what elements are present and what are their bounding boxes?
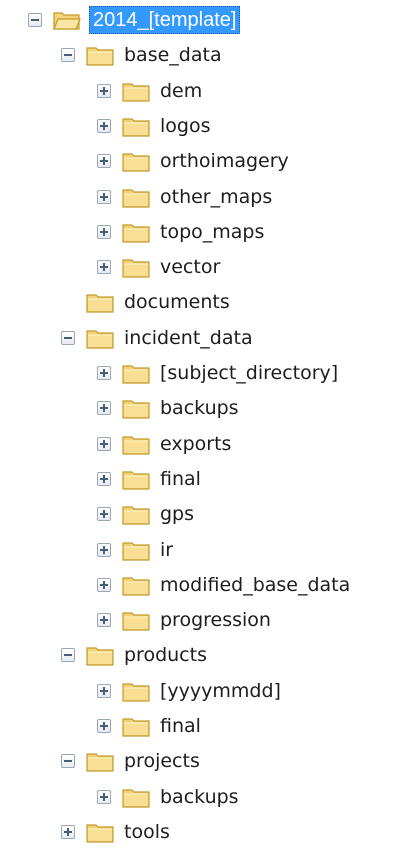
folder-icon bbox=[86, 750, 122, 772]
folder-label[interactable]: dem bbox=[158, 78, 204, 104]
folder-icon bbox=[122, 221, 158, 243]
collapse-toggle-icon[interactable] bbox=[61, 754, 75, 769]
folder-icon bbox=[122, 433, 158, 455]
folder-label[interactable]: backups bbox=[158, 395, 241, 421]
collapse-toggle-icon[interactable] bbox=[61, 330, 75, 345]
tree-row[interactable]: ir bbox=[97, 532, 175, 568]
folder-icon bbox=[122, 609, 158, 631]
tree-row[interactable]: incident_data bbox=[61, 320, 255, 356]
folder-label[interactable]: modified_base_data bbox=[158, 572, 352, 598]
tree-row[interactable]: modified_base_data bbox=[97, 567, 352, 603]
tree-row[interactable]: logos bbox=[97, 108, 213, 144]
folder-icon bbox=[122, 397, 158, 419]
tree-row[interactable]: orthoimagery bbox=[97, 143, 291, 179]
tree-row[interactable]: vector bbox=[97, 249, 222, 285]
folder-label[interactable]: topo_maps bbox=[158, 219, 266, 245]
tree-row[interactable]: dem bbox=[97, 73, 204, 109]
folder-label[interactable]: backups bbox=[158, 784, 241, 810]
tree-row[interactable]: tools bbox=[61, 814, 172, 850]
folder-label[interactable]: gps bbox=[158, 501, 196, 527]
folder-label[interactable]: [yyyymmdd] bbox=[158, 678, 283, 704]
folder-label[interactable]: final bbox=[158, 466, 203, 492]
tree-row[interactable]: products bbox=[61, 637, 209, 673]
selected-folder-label[interactable]: 2014_[template] bbox=[89, 6, 241, 34]
folder-tree: 2014_[template] base_datadem logos orthoima… bbox=[0, 0, 404, 856]
collapse-toggle-icon[interactable] bbox=[61, 648, 75, 663]
folder-label[interactable]: documents bbox=[122, 289, 232, 315]
expand-toggle-icon[interactable] bbox=[97, 542, 111, 557]
folder-icon bbox=[122, 80, 158, 102]
open-folder-icon bbox=[53, 9, 89, 31]
tree-row[interactable]: exports bbox=[97, 426, 233, 462]
folder-icon bbox=[122, 150, 158, 172]
folder-label[interactable]: projects bbox=[122, 748, 202, 774]
folder-label[interactable]: products bbox=[122, 642, 209, 668]
tree-row[interactable]: [subject_directory] bbox=[97, 355, 340, 391]
folder-label[interactable]: base_data bbox=[122, 42, 224, 68]
folder-icon bbox=[86, 44, 122, 66]
tree-row[interactable]: base_data bbox=[61, 37, 224, 73]
folder-label[interactable]: exports bbox=[158, 431, 233, 457]
expand-toggle-icon[interactable] bbox=[97, 613, 111, 628]
folder-label[interactable]: vector bbox=[158, 254, 222, 280]
expand-toggle-icon[interactable] bbox=[97, 224, 111, 239]
tree-row[interactable]: projects bbox=[61, 743, 202, 779]
expand-toggle-icon[interactable] bbox=[97, 401, 111, 416]
expand-toggle-icon[interactable] bbox=[97, 154, 111, 169]
folder-icon bbox=[86, 644, 122, 666]
tree-row[interactable]: backups bbox=[97, 390, 241, 426]
expand-toggle-icon[interactable] bbox=[97, 719, 111, 733]
tree-row[interactable]: other_maps bbox=[97, 179, 274, 215]
collapse-toggle-icon[interactable] bbox=[28, 13, 42, 27]
folder-label[interactable]: other_maps bbox=[158, 184, 274, 210]
expand-toggle-icon[interactable] bbox=[97, 683, 111, 698]
folder-icon bbox=[122, 256, 158, 278]
expand-toggle-icon[interactable] bbox=[97, 189, 111, 204]
folder-label[interactable]: orthoimagery bbox=[158, 148, 291, 174]
tree-row[interactable]: final bbox=[97, 708, 203, 744]
tree-row[interactable]: topo_maps bbox=[97, 214, 266, 250]
folder-label[interactable]: progression bbox=[158, 607, 273, 633]
expand-toggle-icon[interactable] bbox=[97, 118, 111, 133]
expand-toggle-icon[interactable] bbox=[97, 789, 111, 804]
tree-row[interactable]: final bbox=[97, 461, 203, 497]
folder-icon bbox=[122, 115, 158, 137]
folder-icon bbox=[122, 468, 158, 490]
tree-row[interactable]: backups bbox=[97, 779, 241, 815]
tree-row[interactable]: gps bbox=[97, 496, 196, 532]
expand-toggle-icon[interactable] bbox=[97, 366, 111, 380]
folder-icon bbox=[86, 821, 122, 843]
folder-label[interactable]: incident_data bbox=[122, 325, 255, 351]
folder-label[interactable]: [subject_directory] bbox=[158, 360, 340, 386]
expand-toggle-icon[interactable] bbox=[97, 260, 111, 275]
tree-row[interactable]: documents bbox=[61, 284, 232, 320]
folder-icon bbox=[86, 327, 122, 349]
folder-icon bbox=[122, 503, 158, 525]
expand-toggle-icon[interactable] bbox=[97, 507, 111, 522]
folder-label[interactable]: ir bbox=[158, 537, 175, 563]
tree-row[interactable]: progression bbox=[97, 602, 273, 638]
tree-row[interactable]: 2014_[template] bbox=[28, 2, 241, 38]
folder-icon bbox=[122, 539, 158, 561]
folder-icon bbox=[122, 186, 158, 208]
folder-icon bbox=[122, 786, 158, 808]
expand-toggle-icon[interactable] bbox=[97, 577, 111, 592]
folder-icon bbox=[122, 680, 158, 702]
folder-icon bbox=[122, 362, 158, 384]
folder-label[interactable]: logos bbox=[158, 113, 213, 139]
folder-icon bbox=[122, 715, 158, 737]
tree-row[interactable]: [yyyymmdd] bbox=[97, 673, 283, 709]
folder-icon bbox=[86, 291, 122, 313]
folder-label[interactable]: tools bbox=[122, 819, 172, 845]
folder-label[interactable]: final bbox=[158, 713, 203, 739]
expand-toggle-icon[interactable] bbox=[97, 83, 111, 98]
expand-toggle-icon[interactable] bbox=[97, 436, 111, 451]
collapse-toggle-icon[interactable] bbox=[61, 48, 75, 63]
folder-icon bbox=[122, 574, 158, 596]
expand-toggle-icon[interactable] bbox=[97, 471, 111, 486]
expand-toggle-icon[interactable] bbox=[61, 824, 75, 839]
